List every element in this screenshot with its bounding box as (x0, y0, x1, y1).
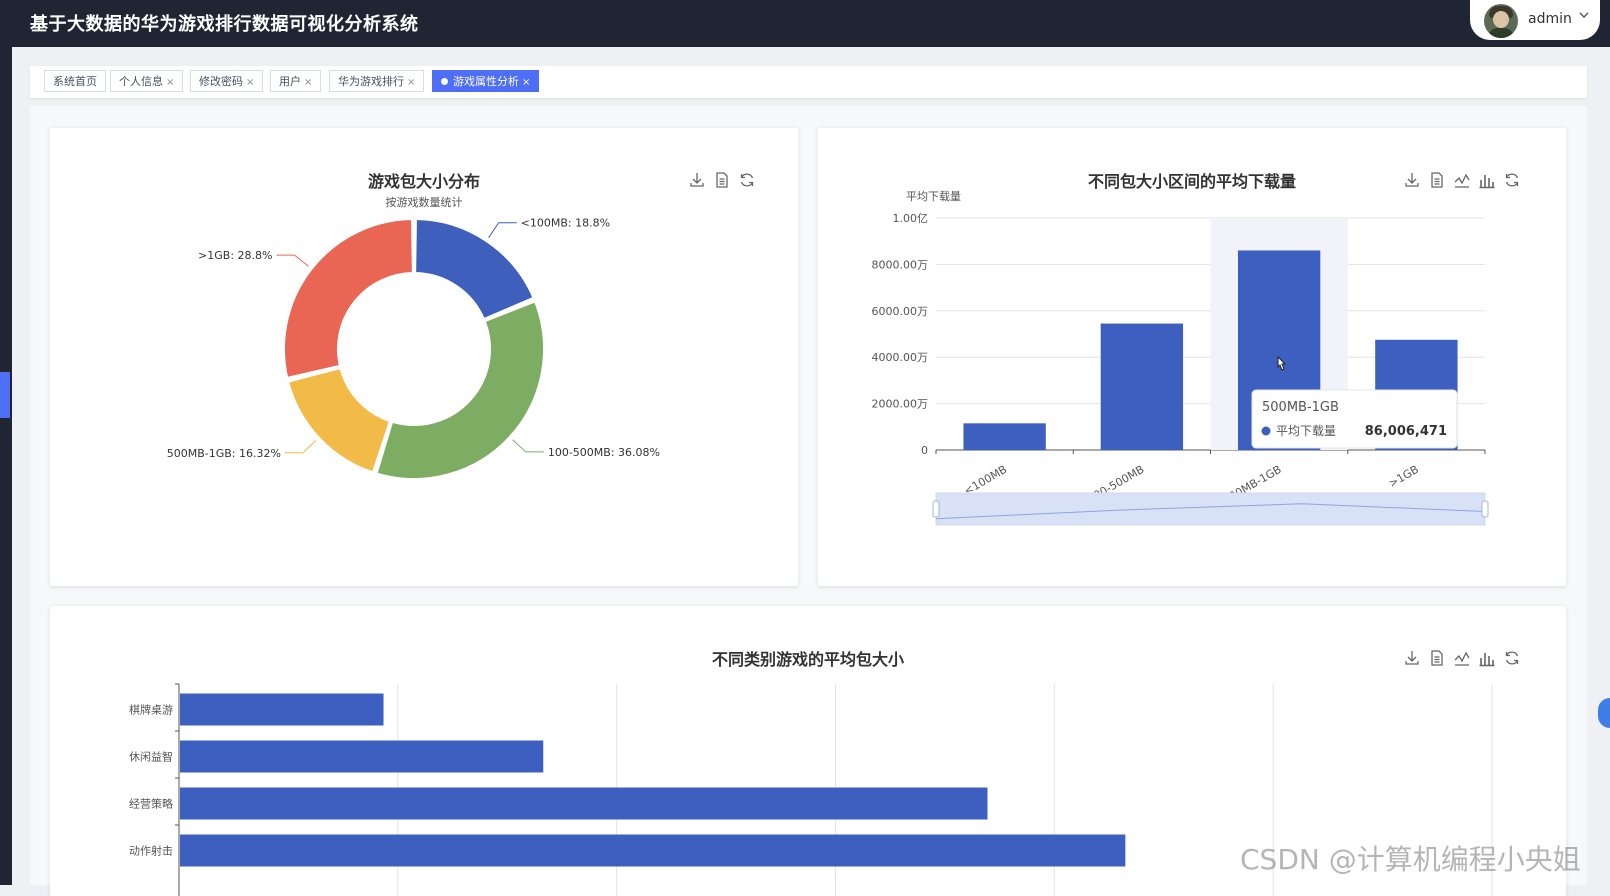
datazoom-handle-left (932, 500, 940, 518)
pie-label: <100MB: 18.8% (521, 217, 610, 230)
datazoom-selection (936, 493, 1485, 525)
y-tick-label: 6000.00万 (872, 305, 929, 318)
bar (180, 834, 1126, 867)
pie-label: 500MB-1GB: 16.32% (167, 447, 281, 460)
pie-slice (414, 218, 535, 321)
donut-chart: <100MB: 18.8% 100-500MB: 36.08% 500MB-1GB:… (167, 217, 660, 480)
card-package-size-distribution: 游戏包大小分布 按游戏数量统计 <100MB: 18.8% 100-500MB: … (50, 128, 798, 586)
card-avg-downloads-by-size: 不同包大小区间的平均下载量 平均下载量 0 2000.00万 4000.00万 6000… (818, 128, 1566, 586)
avatar[interactable] (1484, 4, 1518, 38)
y-tick-label: 2000.00万 (872, 398, 929, 411)
pie-label-line (488, 222, 517, 238)
pie-label-line (284, 440, 317, 454)
app-title: 基于大数据的华为游戏排行数据可视化分析系统 (30, 14, 419, 35)
close-icon[interactable]: × (166, 77, 174, 88)
sidebar-active-indicator (0, 372, 10, 418)
active-dot-icon (441, 78, 448, 85)
bar (1100, 323, 1184, 450)
user-name: admin (1528, 11, 1572, 27)
tooltip-box (1251, 389, 1458, 449)
y-tick-label: 1.00亿 (893, 212, 929, 225)
vertical-bar-chart: 平均下载量 0 2000.00万 4000.00万 6000.00万 8000.00万 1.… (872, 190, 1489, 526)
pie-slice (375, 300, 545, 480)
pie-label: 100-500MB: 36.08% (548, 446, 660, 459)
settings-drawer-handle[interactable] (1598, 698, 1610, 728)
y-tick-label: 0 (921, 444, 928, 457)
close-icon[interactable]: × (304, 77, 312, 88)
tab-profile[interactable]: 个人信息 × (110, 70, 184, 92)
y-tick-label: 棋牌桌游 (129, 703, 173, 717)
bar (180, 693, 384, 726)
close-icon[interactable]: × (522, 77, 530, 88)
datazoom-handle-right (1481, 500, 1489, 518)
y-tick-label: 4000.00万 (872, 351, 929, 364)
tab-change-password[interactable]: 修改密码 × (190, 70, 264, 92)
tags-view-bar: 系统首页 个人信息 × 修改密码 × 用户 × 华为游戏排行 × 游戏属性分析 × (30, 66, 1587, 98)
close-icon[interactable]: × (246, 77, 254, 88)
pie-label-line (276, 254, 309, 267)
y-tick-label: 经营策略 (129, 797, 173, 811)
y-tick-label: 8000.00万 (872, 258, 929, 271)
tooltip-marker (1261, 426, 1271, 436)
bar (963, 423, 1046, 450)
bar (180, 740, 544, 773)
tooltip-series: 平均下载量 (1276, 424, 1336, 438)
pie-label: >1GB: 28.8% (198, 249, 272, 262)
pie-slice (283, 218, 414, 379)
tooltip-value: 86,006,471 (1365, 424, 1447, 439)
x-tick-label: >1GB (1386, 463, 1420, 490)
top-header: 基于大数据的华为游戏排行数据可视化分析系统 admin (0, 0, 1610, 47)
tab-game-attribute-analysis[interactable]: 游戏属性分析 × (432, 70, 540, 92)
user-menu[interactable]: admin (1470, 0, 1600, 40)
y-tick-label: 动作射击 (129, 844, 173, 858)
watermark: CSDN @计算机编程小央姐 (1240, 843, 1581, 876)
chevron-down-icon[interactable] (1578, 9, 1590, 24)
y-axis-label: 平均下载量 (906, 190, 961, 203)
y-tick-label: 休闲益智 (129, 750, 173, 764)
tooltip-category: 500MB-1GB (1262, 400, 1339, 415)
pie-slice (287, 367, 391, 474)
tab-users[interactable]: 用户 × (270, 70, 322, 92)
tab-huawei-game-ranking[interactable]: 华为游戏排行 × (329, 70, 425, 92)
bar (180, 787, 988, 820)
left-sidebar-strip (0, 0, 12, 885)
close-icon[interactable]: × (407, 77, 415, 88)
tab-home[interactable]: 系统首页 (44, 70, 106, 92)
x-tick-label: <100MB (962, 463, 1009, 498)
pie-label-line (512, 439, 544, 453)
